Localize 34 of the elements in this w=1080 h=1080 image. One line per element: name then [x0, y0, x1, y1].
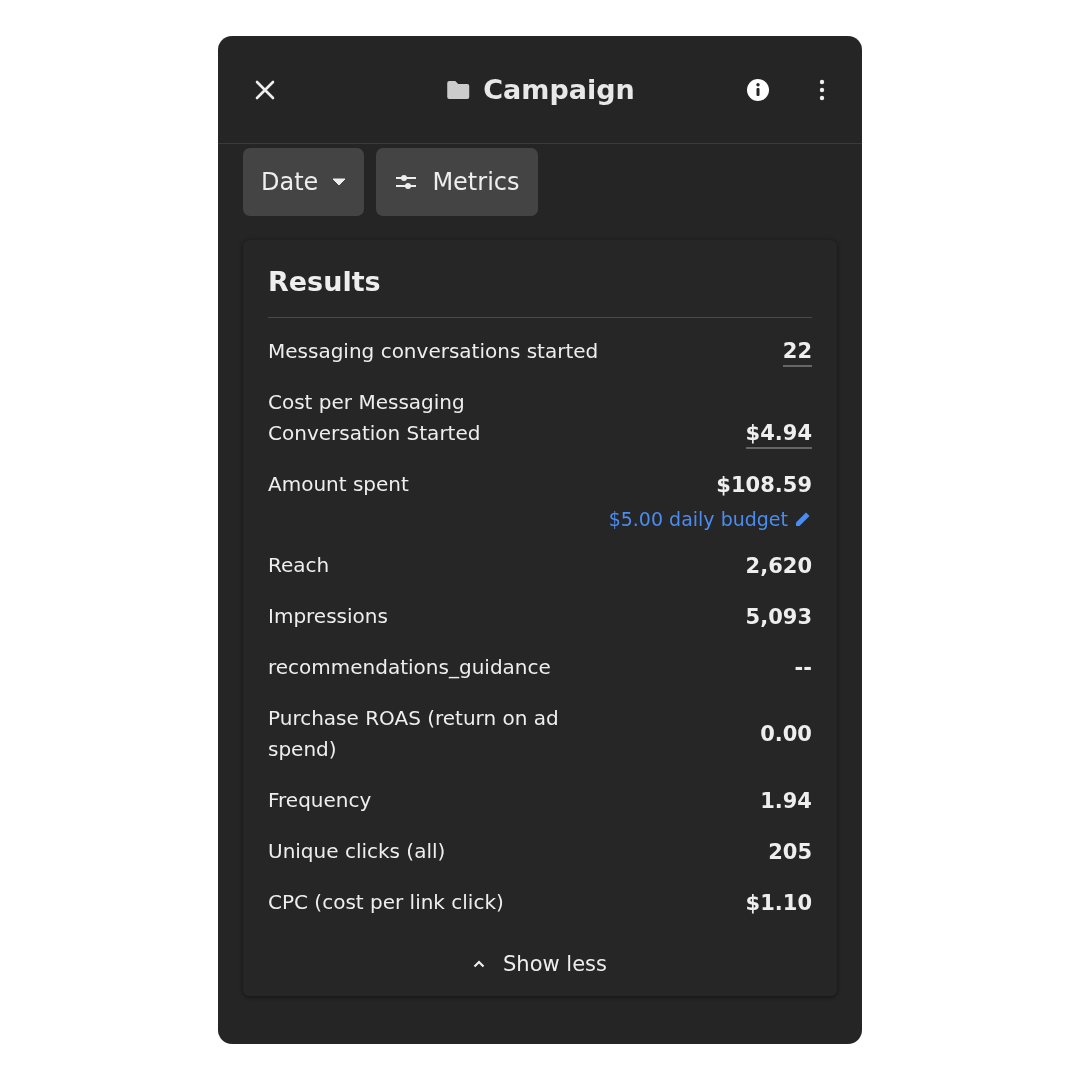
chevron-up-icon: [473, 960, 485, 968]
metric-label: Purchase ROAS (return on ad spend): [268, 705, 559, 763]
metric-label: CPC (cost per link click): [268, 889, 504, 916]
metric-value: --: [794, 654, 812, 682]
more-icon[interactable]: [818, 78, 826, 101]
metric-label: Amount spent: [268, 471, 409, 498]
card-title: Results: [268, 266, 382, 299]
metric-label: Impressions: [268, 603, 388, 630]
metric-label: Frequency: [268, 787, 372, 814]
show-less-button[interactable]: Show less: [467, 946, 613, 982]
metric-value: 205: [768, 838, 812, 866]
info-icon[interactable]: [746, 77, 770, 102]
close-icon[interactable]: [254, 78, 276, 101]
metric-value: $108.59: [716, 471, 812, 499]
sliders-icon: [394, 173, 419, 191]
budget-link[interactable]: $5.00 daily budget: [608, 508, 812, 530]
metric-value: $1.10: [745, 889, 812, 917]
metrics-button[interactable]: Metrics: [376, 148, 538, 216]
metric-label: Reach: [268, 552, 330, 579]
pencil-icon: [794, 510, 812, 528]
metric-label: Messaging conversations started: [268, 338, 599, 365]
metric-label: Cost per Messaging Conversation Started: [268, 389, 481, 447]
metric-value[interactable]: $4.94: [745, 419, 812, 449]
metric-value: 2,620: [745, 552, 812, 580]
metric-label: recommendations_guidance: [268, 654, 551, 681]
metric-label: Unique clicks (all): [268, 838, 446, 865]
metric-value: 5,093: [745, 603, 812, 631]
metric-value[interactable]: 22: [782, 337, 812, 367]
window-title: Campaign: [483, 74, 635, 105]
caret-icon: [332, 178, 347, 186]
folder-icon: [445, 78, 472, 101]
date-dropdown[interactable]: Date: [243, 148, 365, 216]
metric-value: 1.94: [760, 787, 812, 815]
metric-value: 0.00: [760, 721, 812, 748]
